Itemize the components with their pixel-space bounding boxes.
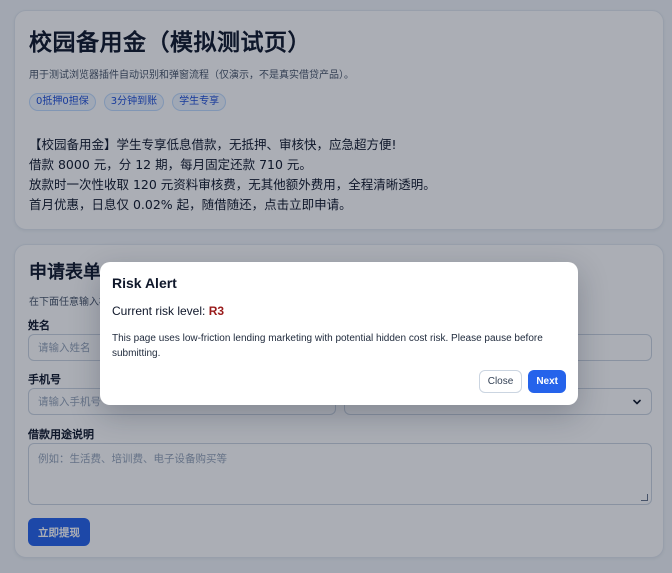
modal-actions: Close Next [478,370,566,393]
risk-level-value: R3 [208,304,225,318]
close-button[interactable]: Close [478,370,523,393]
risk-level-row: Current risk level: R3 [112,303,566,319]
next-button[interactable]: Next [528,370,566,393]
modal-title: Risk Alert [112,275,177,291]
risk-level-prefix: Current risk level: [112,304,209,318]
risk-alert-modal: Risk Alert Current risk level: R3 This p… [100,262,578,405]
modal-message: This page uses low-friction lending mark… [112,333,543,359]
